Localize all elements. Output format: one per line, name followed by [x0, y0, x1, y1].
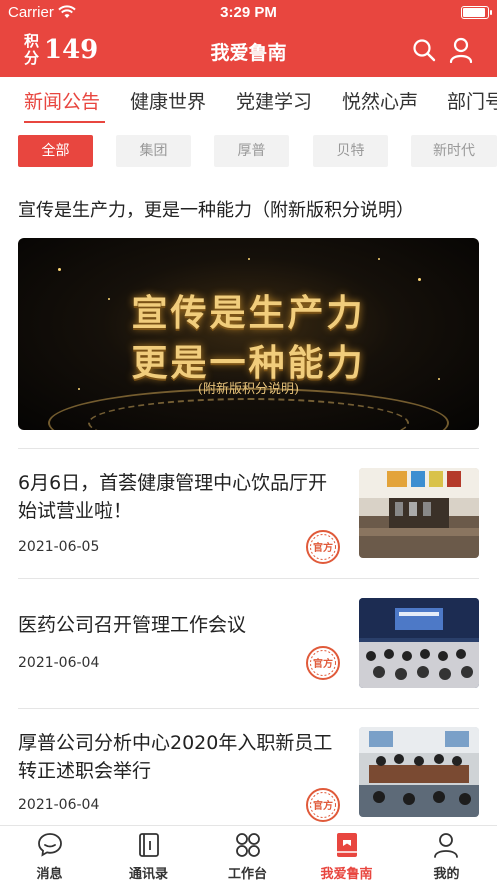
tab-label: 工作台: [227, 867, 267, 882]
news-date: 2021-06-05: [18, 539, 100, 555]
profile-icon: [434, 833, 458, 858]
contacts-icon: [139, 833, 159, 857]
tab-label: 我的: [433, 867, 460, 882]
news-date: 2021-06-04: [18, 655, 100, 671]
filter-beite[interactable]: 贝特: [313, 135, 388, 167]
tab-voices[interactable]: 悦然心声: [342, 87, 418, 114]
news-thumbnail: [359, 727, 479, 817]
official-stamp-label: 官方: [313, 657, 333, 670]
official-stamp-label: 官方: [313, 799, 333, 812]
message-icon: [38, 833, 62, 857]
tab-health[interactable]: 健康世界: [130, 87, 206, 114]
battery-icon: [461, 6, 492, 19]
news-date: 2021-06-04: [18, 797, 100, 813]
news-title: 厚普公司分析中心2020年入职新员工转正述职会举行: [18, 732, 333, 782]
top-header: 积分 149 我爱鲁南: [0, 26, 497, 77]
official-stamp-icon: 官方: [306, 788, 340, 822]
banner-headline-1: 宣传是生产力: [131, 292, 366, 334]
featured-title[interactable]: 宣传是生产力，更是一种能力（附新版积分说明）: [18, 196, 414, 222]
news-thumbnail: [359, 598, 479, 688]
category-tabs: 新闻公告 健康世界 党建学习 悦然心声 部门号: [0, 77, 497, 123]
news-title: 医药公司召开管理工作会议: [18, 614, 247, 636]
official-stamp-icon: 官方: [306, 530, 340, 564]
tab-label: 我爱鲁南: [320, 867, 373, 882]
tab-contacts[interactable]: 通讯录: [99, 826, 198, 883]
home-book-icon: [337, 833, 357, 857]
tab-label: 消息: [36, 867, 63, 882]
featured-banner[interactable]: 宣传是生产力 更是一种能力 (附新版积分说明): [18, 238, 479, 430]
news-item[interactable]: 医药公司召开管理工作会议 2021-06-04 官方: [0, 579, 497, 708]
official-stamp-icon: 官方: [306, 646, 340, 680]
filter-houpu[interactable]: 厚普: [214, 135, 289, 167]
tab-workbench[interactable]: 工作台: [198, 826, 297, 883]
banner-subtitle: (附新版积分说明): [197, 382, 300, 397]
tab-label: 通讯录: [128, 867, 168, 882]
news-item[interactable]: 6月6日，首荟健康管理中心饮品厅开始试营业啦！ 2021-06-05 官方: [0, 449, 497, 578]
user-icon[interactable]: [449, 37, 473, 63]
bottom-tab-bar: 消息 通讯录 工作台 我爱鲁南 我的: [0, 825, 497, 883]
tab-party-study[interactable]: 党建学习: [236, 87, 312, 114]
filter-new-era[interactable]: 新时代: [411, 135, 497, 167]
tab-profile[interactable]: 我的: [396, 826, 497, 883]
tab-messages[interactable]: 消息: [0, 826, 99, 883]
search-icon[interactable]: [412, 38, 436, 62]
tab-news[interactable]: 新闻公告: [24, 87, 100, 114]
news-thumbnail: [359, 468, 479, 558]
workbench-icon: [236, 833, 260, 857]
official-stamp-label: 官方: [313, 541, 333, 554]
filter-group[interactable]: 集团: [116, 135, 191, 167]
filter-all[interactable]: 全部: [18, 135, 93, 167]
tab-department[interactable]: 部门号: [447, 87, 497, 114]
status-bar: Carrier 3:29 PM: [0, 0, 497, 26]
tab-home[interactable]: 我爱鲁南: [297, 826, 396, 883]
status-time: 3:29 PM: [220, 4, 277, 21]
news-title: 6月6日，首荟健康管理中心饮品厅开始试营业啦！: [18, 472, 328, 522]
news-item[interactable]: 厚普公司分析中心2020年入职新员工转正述职会举行 2021-06-04 官方: [0, 709, 497, 825]
active-tab-indicator: [24, 121, 105, 123]
